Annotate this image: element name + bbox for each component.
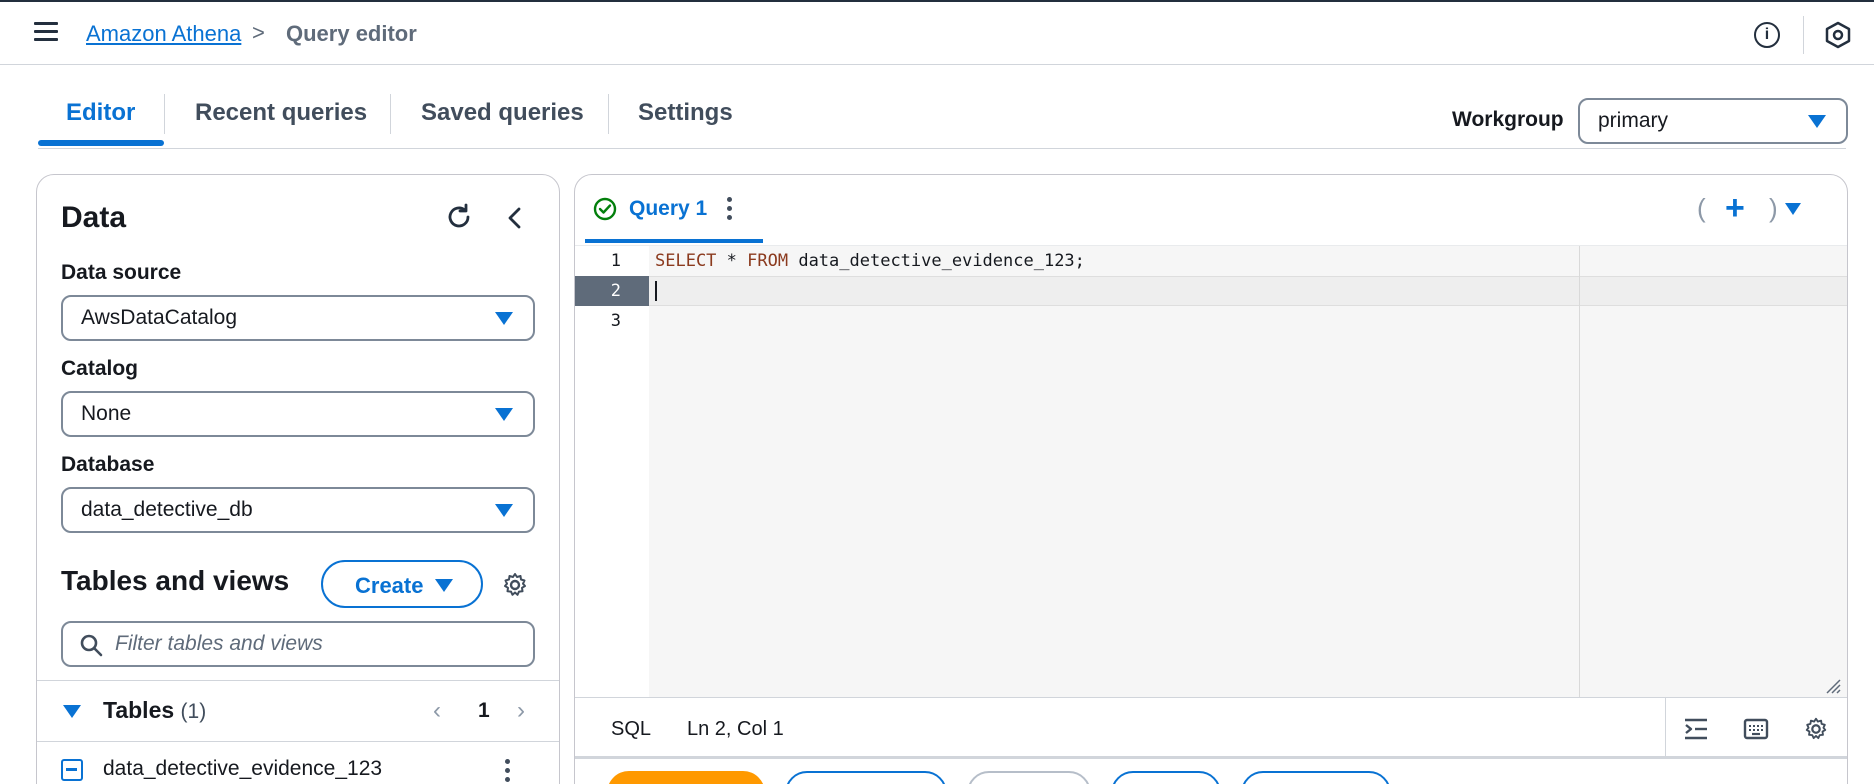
section-divider: [37, 680, 559, 681]
pagination-prev-icon[interactable]: ‹: [433, 697, 441, 725]
tables-expand-caret-icon[interactable]: [63, 705, 81, 718]
tabs-divider: [38, 148, 1846, 149]
database-label: Database: [61, 453, 155, 476]
breadcrumb-separator: >: [252, 20, 265, 45]
filter-tables-field[interactable]: [61, 621, 535, 667]
tab-editor-underline: [38, 140, 164, 146]
tab-saved-queries[interactable]: Saved queries: [421, 90, 584, 148]
query-action-buttons: [575, 771, 1847, 784]
line-number: 3: [610, 311, 621, 331]
database-select[interactable]: data_detective_db: [61, 487, 535, 533]
line-number-gutter: 1 2 3: [575, 246, 649, 698]
chevron-down-icon: [495, 408, 513, 421]
pagination-next-icon[interactable]: ›: [517, 697, 525, 725]
line-number: 1: [610, 251, 621, 271]
print-margin: [1579, 246, 1580, 698]
action-button-disabled: [967, 771, 1091, 784]
workgroup-label: Workgroup: [1452, 108, 1564, 131]
data-source-select[interactable]: AwsDataCatalog: [61, 295, 535, 341]
sql-star: *: [716, 251, 748, 271]
keyboard-icon[interactable]: [1743, 716, 1769, 742]
tables-section-title: Tables (1): [103, 697, 206, 724]
menu-icon[interactable]: [34, 22, 58, 42]
data-source-label: Data source: [61, 261, 182, 284]
active-line-highlight: [649, 276, 1847, 306]
section-divider: [37, 741, 559, 742]
format-query-icon[interactable]: [1683, 716, 1709, 742]
query-tab-menu-icon[interactable]: [727, 197, 733, 221]
line-number-active: 2: [575, 276, 649, 306]
status-cursor-position: Ln 2, Col 1: [687, 718, 784, 740]
tab-divider: [390, 94, 391, 134]
database-value: data_detective_db: [81, 498, 253, 521]
info-icon[interactable]: i: [1754, 22, 1780, 48]
tab-divider: [164, 94, 165, 134]
editor-settings-gear-icon[interactable]: [1803, 716, 1829, 742]
breadcrumb-current: Query editor: [286, 21, 417, 46]
chevron-down-icon: [495, 504, 513, 517]
tab-settings[interactable]: Settings: [638, 90, 733, 148]
catalog-select[interactable]: None: [61, 391, 535, 437]
catalog-value: None: [81, 402, 132, 425]
action-button[interactable]: [1241, 771, 1391, 784]
data-panel-title: Data: [61, 201, 127, 234]
check-circle-icon: [593, 197, 617, 221]
query-tab-label[interactable]: Query 1: [629, 197, 707, 221]
code-line-1: SELECT * FROM data_detective_evidence_12…: [655, 246, 1085, 276]
editor-status-bar: SQL Ln 2, Col 1: [575, 697, 1847, 759]
text-cursor: [655, 281, 657, 301]
tables-count: (1): [180, 700, 207, 723]
sql-table-name: data_detective_evidence_123;: [788, 251, 1085, 271]
tables-section-label: Tables: [103, 697, 175, 723]
sql-keyword: FROM: [747, 251, 789, 271]
create-button[interactable]: Create: [321, 560, 483, 608]
workgroup-select[interactable]: primary: [1578, 98, 1848, 144]
chevron-down-icon: [1808, 115, 1826, 128]
data-source-value: AwsDataCatalog: [81, 306, 238, 329]
data-panel: Data Data source AwsDataCatalog Catalog …: [36, 174, 560, 784]
open-paren-icon: (: [1697, 193, 1706, 223]
table-collapse-icon[interactable]: [61, 759, 83, 781]
add-query-tab-icon[interactable]: +: [1725, 191, 1745, 225]
filter-tables-input[interactable]: [115, 631, 515, 657]
tabs-dropdown-caret-icon[interactable]: [1785, 203, 1801, 215]
tab-recent-queries[interactable]: Recent queries: [195, 90, 367, 148]
chevron-left-icon[interactable]: [503, 205, 527, 231]
gear-icon[interactable]: [501, 571, 529, 599]
table-actions-icon[interactable]: [505, 759, 511, 783]
query-editor-panel: Query 1 ( + ) 1 2 3 SELECT * FROM data_d…: [574, 174, 1848, 784]
query-tab[interactable]: Query 1: [575, 175, 763, 243]
status-language: SQL: [611, 718, 652, 740]
resize-handle-icon[interactable]: [1825, 678, 1841, 694]
pagination-current-page[interactable]: 1: [478, 699, 490, 723]
sql-keyword: SELECT: [655, 251, 717, 271]
tables-and-views-title: Tables and views: [61, 565, 290, 596]
chevron-down-icon: [495, 312, 513, 325]
search-icon: [80, 634, 103, 657]
action-button[interactable]: [785, 771, 947, 784]
chevron-down-icon: [435, 579, 453, 592]
status-divider: [1665, 698, 1666, 758]
top-divider: [1803, 16, 1804, 54]
tab-divider: [608, 94, 609, 134]
top-bar: Amazon Athena > Query editor i: [0, 0, 1874, 65]
action-button[interactable]: [1111, 771, 1221, 784]
code-editor[interactable]: 1 2 3 SELECT * FROM data_detective_evide…: [575, 245, 1847, 698]
hexagon-settings-icon[interactable]: [1824, 21, 1852, 49]
query-tab-underline: [585, 239, 763, 243]
catalog-label: Catalog: [61, 357, 139, 380]
run-button[interactable]: [607, 771, 765, 784]
refresh-icon[interactable]: [445, 203, 473, 231]
close-paren-icon: ): [1769, 193, 1778, 223]
workgroup-value: primary: [1598, 109, 1669, 132]
breadcrumb-amazon-athena[interactable]: Amazon Athena: [86, 21, 241, 47]
create-button-label: Create: [355, 573, 424, 598]
table-item-name[interactable]: data_detective_evidence_123: [103, 757, 382, 781]
